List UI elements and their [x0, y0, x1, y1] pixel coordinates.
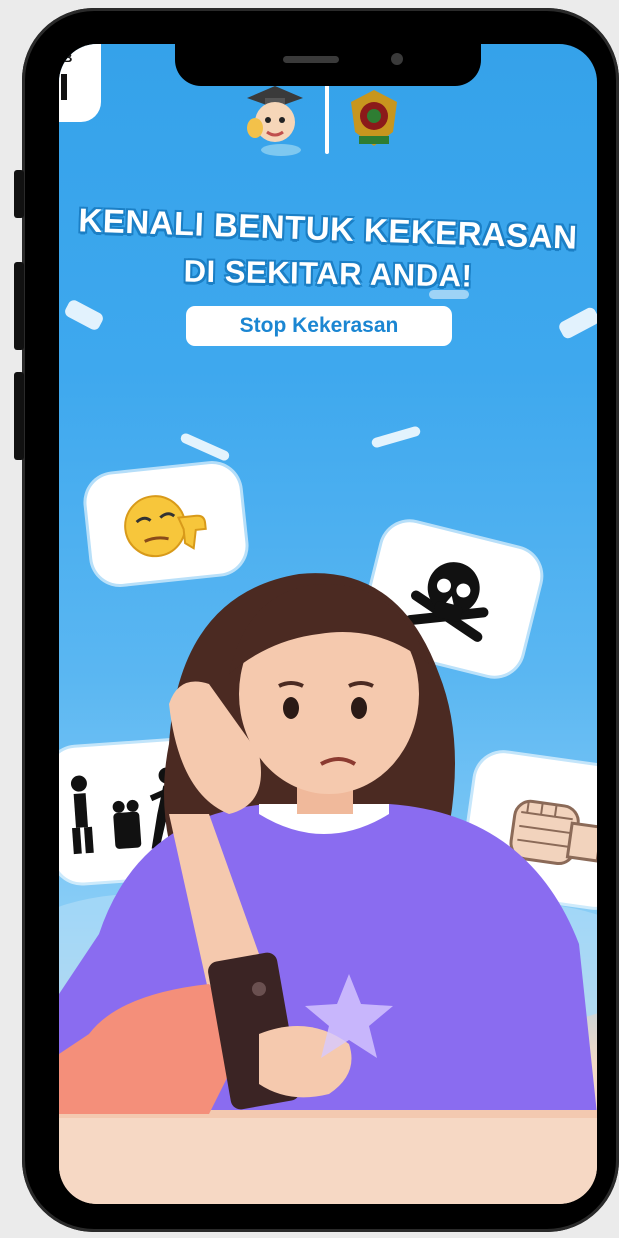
title-line-1: KENALI BENTUK KEKERASAN: [77, 201, 579, 256]
speaker-grille: [283, 56, 339, 63]
mascot-logo: [247, 86, 303, 156]
floating-tag: [370, 425, 422, 449]
girl-with-phone-illustration: [59, 573, 597, 1204]
floating-tag: [179, 431, 231, 463]
logo-divider: [325, 84, 329, 154]
corner-logo: B: [59, 44, 101, 122]
mute-switch: [14, 170, 24, 218]
volume-down-button: [14, 372, 24, 460]
floating-tag: [557, 305, 597, 341]
screen[interactable]: B KENALI BENTUK KEKERASAN DI SEKITAR AND…: [59, 44, 597, 1204]
volume-up-button: [14, 262, 24, 350]
title-line-2: DI SEKITAR ANDA!: [183, 253, 473, 294]
emblem-logo: [351, 90, 397, 146]
floating-tag: [62, 298, 106, 332]
notch: [175, 40, 481, 86]
front-camera: [391, 53, 403, 65]
stop-kekerasan-badge: Stop Kekerasan: [186, 306, 452, 346]
